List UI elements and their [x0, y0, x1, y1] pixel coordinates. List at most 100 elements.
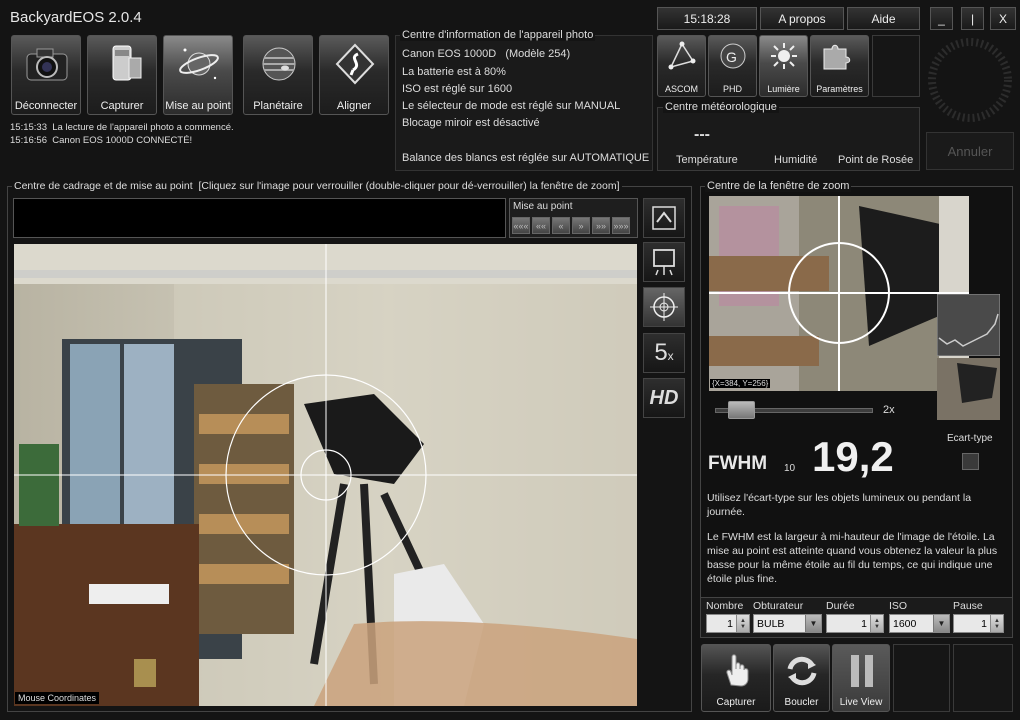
- empty-slot: [893, 644, 950, 712]
- duration-stepper[interactable]: 1 ▲ ▼: [826, 614, 884, 633]
- phd-button[interactable]: G PHD: [708, 35, 757, 97]
- fwhm-value: 19,2: [812, 433, 894, 480]
- live-view-image[interactable]: [14, 244, 637, 706]
- help-button[interactable]: Aide: [847, 7, 920, 30]
- live-view-label: Live View: [839, 697, 883, 708]
- focus-nav-button[interactable]: ««: [532, 217, 550, 234]
- hd-icon: HD: [649, 386, 679, 409]
- humidity-label: Humidité: [774, 154, 818, 166]
- fwhm-sub: 10: [784, 463, 796, 474]
- align-button[interactable]: Aligner: [319, 35, 389, 115]
- info-battery: La batterie est à 80%: [402, 66, 506, 78]
- zoom-slider-thumb[interactable]: [728, 401, 755, 419]
- duree-label: Durée: [826, 600, 855, 612]
- zoom-title: Centre de la fenêtre de zoom: [705, 180, 852, 192]
- focus-nav-button[interactable]: «: [552, 217, 570, 234]
- minimize-button[interactable]: _: [930, 7, 953, 30]
- target-button[interactable]: [643, 287, 685, 327]
- log-line: 15:15:33 La lecture de l'appareil photo …: [10, 122, 234, 133]
- framing-status-bar: [13, 198, 506, 238]
- iso-select[interactable]: 1600 ▼: [889, 614, 950, 633]
- histogram-thumbnail: [937, 294, 1000, 356]
- ascom-label: ASCOM: [664, 84, 698, 94]
- spin-arrows-icon[interactable]: ▲ ▼: [870, 615, 883, 632]
- help-text-1: Utilisez l'écart-type sur les objets lum…: [707, 492, 972, 518]
- loop-button[interactable]: Boucler: [773, 644, 830, 712]
- loop-label: Boucler: [784, 697, 819, 708]
- focus-nav-buttons: ««« «« « » »» »»»: [512, 217, 632, 234]
- shutter-select[interactable]: BULB ▼: [753, 614, 822, 633]
- film-roll-icon: [112, 45, 142, 81]
- info-iso: ISO est réglé sur 1600: [402, 83, 513, 95]
- settings-button[interactable]: Paramètres: [810, 35, 869, 97]
- planetary-label: Planétaire: [253, 100, 303, 112]
- focus-nav-button[interactable]: «««: [512, 217, 530, 234]
- crosshair-icon: [650, 293, 678, 321]
- pause-stepper[interactable]: 1 ▲ ▼: [953, 614, 1004, 633]
- light-icon: [771, 43, 797, 69]
- chevron-down-icon[interactable]: ▼: [933, 615, 949, 632]
- log-line: 15:16:56 Canon EOS 1000D CONNECTÉ!: [10, 135, 193, 146]
- disconnect-button[interactable]: Déconnecter: [11, 35, 81, 115]
- capture-top-button[interactable]: Capturer: [87, 35, 157, 115]
- temperature-label: Température: [676, 154, 738, 166]
- obturateur-label: Obturateur: [753, 600, 804, 612]
- close-button[interactable]: X: [990, 7, 1016, 30]
- info-wb: Balance des blancs est réglée sur AUTOMA…: [402, 152, 650, 164]
- loop-icon: [787, 656, 817, 686]
- hd-button[interactable]: HD: [643, 378, 685, 418]
- app-title: BackyardEOS 2.0.4: [10, 9, 142, 26]
- fwhm-label: FWHM: [708, 453, 768, 474]
- fit-button[interactable]: [643, 198, 685, 238]
- phd-label: PHD: [722, 84, 742, 94]
- restore-button[interactable]: |: [961, 7, 984, 30]
- planetary-button[interactable]: Planétaire: [243, 35, 313, 115]
- ecart-type-checkbox[interactable]: [962, 453, 979, 470]
- align-label: Aligner: [336, 100, 372, 112]
- focus-nav-button[interactable]: »: [572, 217, 590, 234]
- focus-nav-label: Mise au point: [513, 201, 573, 212]
- capture-label: Capturer: [716, 697, 756, 708]
- ascom-button[interactable]: ASCOM: [657, 35, 706, 97]
- mouse-coordinates-label: Mouse Coordinates: [15, 692, 100, 704]
- ecart-type-label: Ecart-type: [947, 433, 993, 444]
- empty-slot: [872, 35, 920, 97]
- capture-button[interactable]: Capturer: [701, 644, 771, 712]
- spin-arrows-icon[interactable]: ▲ ▼: [736, 615, 749, 632]
- dew-point-label: Point de Rosée: [838, 154, 914, 166]
- spin-arrows-icon[interactable]: ▲ ▼: [990, 615, 1003, 632]
- info-mirror: Blocage miroir est désactivé: [402, 117, 540, 129]
- empty-slot: [953, 644, 1013, 712]
- camera-icon: [26, 48, 68, 81]
- cancel-button[interactable]: Annuler: [926, 132, 1014, 170]
- help-text-2: Le FWHM est la largeur à mi-hauteur de l…: [707, 531, 998, 585]
- nombre-stepper[interactable]: 1 ▲ ▼: [706, 614, 750, 633]
- focus-nav-button[interactable]: »»: [592, 217, 610, 234]
- clock: 15:18:28: [657, 7, 757, 30]
- about-button[interactable]: A propos: [760, 7, 844, 30]
- zoom-coords: {X=384, Y=256}: [710, 379, 771, 388]
- live-view-button[interactable]: Live View: [832, 644, 890, 712]
- jupiter-icon: [262, 47, 296, 81]
- camera-model: Canon EOS 1000D (Modèle 254): [402, 48, 571, 60]
- framing-title: Centre de cadrage et de mise au point [C…: [12, 180, 622, 192]
- settings-label: Paramètres: [816, 84, 863, 94]
- chevron-down-icon[interactable]: ▼: [805, 615, 821, 632]
- puzzle-icon: [823, 44, 851, 70]
- zoom-window-image[interactable]: [709, 196, 969, 391]
- light-label: Lumière: [767, 84, 800, 94]
- align-icon: [335, 43, 375, 85]
- hand-icon: [726, 654, 749, 687]
- zoom-5x-button[interactable]: 5x: [643, 333, 685, 373]
- screen-button[interactable]: [643, 242, 685, 282]
- light-button[interactable]: Lumière: [759, 35, 808, 97]
- ascom-icon: [668, 41, 696, 70]
- info-mode: Le sélecteur de mode est réglé sur MANUA…: [402, 100, 621, 112]
- focus-nav-button[interactable]: »»»: [612, 217, 630, 234]
- zoom-slider[interactable]: [715, 401, 875, 419]
- disconnect-label: Déconnecter: [14, 100, 78, 112]
- planet-ring-icon: [179, 48, 219, 80]
- zoom-5x-icon: 5x: [654, 339, 674, 366]
- weather-title: Centre météorologique: [663, 101, 779, 113]
- focus-button[interactable]: Mise au point: [163, 35, 233, 115]
